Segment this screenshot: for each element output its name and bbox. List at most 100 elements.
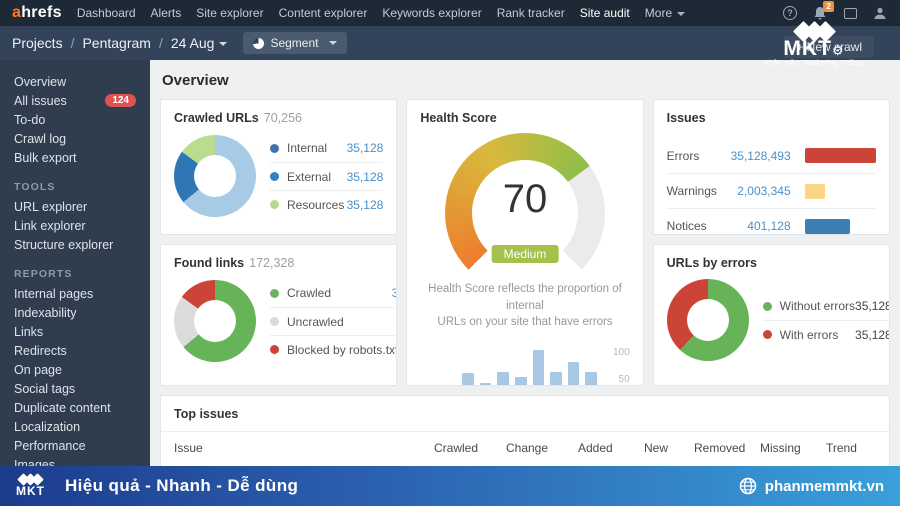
crawled-urls-title: Crawled URLs xyxy=(174,111,259,125)
legend-crawled: Crawled35,128 xyxy=(270,279,396,307)
sidebar-item-duplicate-content[interactable]: Duplicate content xyxy=(0,398,150,417)
sidebar-item-crawl-log[interactable]: Crawl log xyxy=(0,129,150,148)
sidebar-item-performance[interactable]: Performance xyxy=(0,436,150,455)
sidebar-item-internal-pages[interactable]: Internal pages xyxy=(0,284,150,303)
health-score-badge: Medium xyxy=(491,245,559,263)
notification-count-badge: 2 xyxy=(823,1,834,12)
sidebar-item-on-page[interactable]: On page xyxy=(0,360,150,379)
history-bar xyxy=(532,349,545,385)
new-crawl-button[interactable]: + New crawl xyxy=(784,36,874,58)
mkt-footer-logo: MKT xyxy=(16,473,45,497)
cards-grid: Crawled URLs 70,256 Internal 35,128 Extern… xyxy=(160,99,890,485)
sidebar-item-indexability[interactable]: Indexability xyxy=(0,303,150,322)
crawled-urls-card: Crawled URLs 70,256 Internal 35,128 Extern… xyxy=(160,99,398,235)
found-links-donut-chart xyxy=(174,280,256,362)
column-crawled[interactable]: Crawled xyxy=(434,441,506,455)
nav-dashboard[interactable]: Dashboard xyxy=(77,6,136,20)
breadcrumb-bar: Projects / Pentagram / 24 Aug Segment xyxy=(0,26,900,60)
column-missing[interactable]: Missing xyxy=(760,441,826,455)
errors-bar xyxy=(804,148,876,163)
found-links-title: Found links xyxy=(174,256,245,270)
history-bar xyxy=(585,372,597,385)
chevron-down-icon xyxy=(677,11,686,16)
history-bar xyxy=(514,376,527,385)
main-content: Overview Crawled URLs 70,256 Internal 35,1… xyxy=(150,60,900,506)
segment-button[interactable]: Segment xyxy=(243,32,348,54)
sidebar-section-tools: TOOLS xyxy=(14,181,56,193)
column-issue[interactable]: Issue xyxy=(174,441,434,455)
sidebar: Overview All issues 124 To-do Crawl log B… xyxy=(0,60,150,506)
sidebar-item-todo[interactable]: To-do xyxy=(0,110,150,129)
nav-keywords-explorer[interactable]: Keywords explorer xyxy=(382,6,481,20)
legend-internal: Internal 35,128 xyxy=(270,134,383,162)
column-new[interactable]: New xyxy=(644,441,694,455)
y-axis-labels: 100 50 0 xyxy=(612,347,630,386)
help-icon[interactable]: ? xyxy=(782,5,798,21)
nav-content-explorer[interactable]: Content explorer xyxy=(279,6,368,20)
found-links-card: Found links 172,328 Crawled35,128 Uncrawl… xyxy=(160,244,398,386)
chevron-down-icon xyxy=(329,41,338,45)
legend-uncrawled: Uncrawled3,128 xyxy=(270,307,397,335)
sidebar-item-localization[interactable]: Localization xyxy=(0,417,150,436)
sidebar-item-url-explorer[interactable]: URL explorer xyxy=(0,197,150,216)
history-bar xyxy=(462,372,474,385)
sidebar-item-structure-explorer[interactable]: Structure explorer xyxy=(0,235,150,254)
legend-dot xyxy=(270,288,279,298)
column-added[interactable]: Added xyxy=(578,441,644,455)
nav-site-explorer[interactable]: Site explorer xyxy=(196,6,263,20)
footer-website-link[interactable]: phanmemmkt.vn xyxy=(739,477,884,495)
sidebar-item-redirects[interactable]: Redirects xyxy=(0,341,150,360)
urls-by-errors-title: URLs by errors xyxy=(666,256,757,270)
found-links-total: 172,328 xyxy=(249,256,295,270)
chat-icon[interactable] xyxy=(842,5,858,21)
notifications-bell-icon[interactable]: 2 xyxy=(812,1,834,21)
history-bar xyxy=(550,372,562,385)
pie-chart-icon xyxy=(253,37,265,49)
history-bar xyxy=(567,361,580,385)
sidebar-item-link-explorer[interactable]: Link explorer xyxy=(0,216,150,235)
globe-icon xyxy=(739,477,757,495)
notices-bar xyxy=(804,218,851,234)
legend-dot xyxy=(270,317,279,326)
issues-row-errors: Errors 35,128,493 xyxy=(667,138,876,173)
nav-more[interactable]: More xyxy=(645,6,686,20)
column-change[interactable]: Change xyxy=(506,441,578,455)
issues-title: Issues xyxy=(666,111,706,125)
health-history-bars xyxy=(420,343,603,386)
sidebar-section-reports: REPORTS xyxy=(14,268,73,280)
legend-dot xyxy=(270,200,279,209)
mkt-logo-icon xyxy=(17,473,44,486)
crawl-date-dropdown[interactable]: 24 Aug xyxy=(171,35,228,51)
legend-with-errors: With errors 35,128 xyxy=(762,320,889,348)
urls-by-errors-card: URLs by errors Without errors 35,128 With… xyxy=(652,244,890,386)
nav-alerts[interactable]: Alerts xyxy=(151,6,182,20)
history-bar xyxy=(427,385,439,386)
mkt-footer-bar: MKT Hiệu quả - Nhanh - Dễ dùng phanmemmk… xyxy=(0,466,900,506)
nav-rank-tracker[interactable]: Rank tracker xyxy=(497,6,565,20)
breadcrumb-separator: / xyxy=(70,35,75,51)
column-trend[interactable]: Trend xyxy=(826,441,876,455)
column-removed[interactable]: Removed xyxy=(694,441,760,455)
issues-row-notices: Notices 401,128 xyxy=(666,208,876,234)
footer-slogan: Hiệu quả - Nhanh - Dễ dùng xyxy=(65,476,299,495)
nav-site-audit[interactable]: Site audit xyxy=(580,6,630,20)
breadcrumb-projects[interactable]: Projects xyxy=(12,35,63,51)
user-profile-icon[interactable] xyxy=(872,5,888,21)
legend-resources: Resources 35,128 xyxy=(270,190,384,218)
sidebar-item-overview[interactable]: Overview xyxy=(0,72,150,91)
page-title: Overview xyxy=(162,72,229,89)
legend-blocked-robots: Blocked by robots.txt3,128 xyxy=(270,335,397,363)
sidebar-item-social-tags[interactable]: Social tags xyxy=(0,379,150,398)
legend-dot xyxy=(762,301,772,311)
sidebar-item-all-issues[interactable]: All issues 124 xyxy=(0,91,150,110)
top-issues-table-header: Issue Crawled Change Added New Removed M… xyxy=(174,441,876,455)
health-score-card: Health Score 70 Medium Health Score refl… xyxy=(406,99,644,386)
ahrefs-logo[interactable]: ahrefs xyxy=(12,4,62,22)
legend-without-errors: Without errors 35,128 xyxy=(762,292,889,320)
urls-by-errors-donut-chart xyxy=(666,279,749,361)
breadcrumb-project-name[interactable]: Pentagram xyxy=(82,35,150,51)
app-body: Overview All issues 124 To-do Crawl log B… xyxy=(0,60,900,506)
sidebar-item-bulk-export[interactable]: Bulk export xyxy=(0,148,150,167)
history-bar xyxy=(479,382,492,385)
sidebar-item-links[interactable]: Links xyxy=(0,322,150,341)
